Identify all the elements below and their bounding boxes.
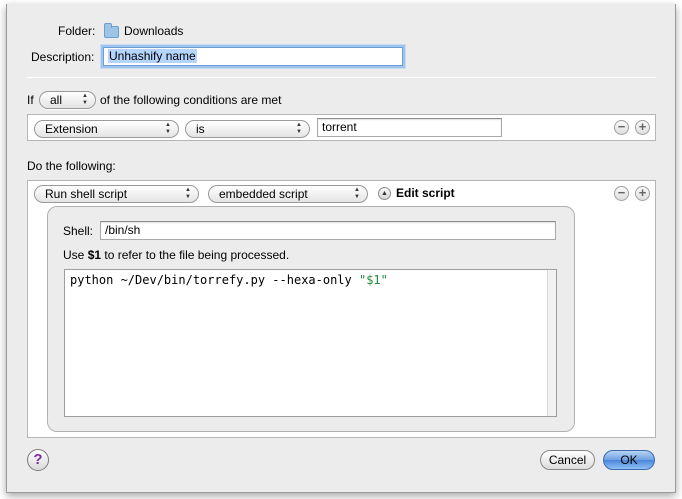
script-string: "$1" bbox=[358, 273, 388, 287]
help-icon: ? bbox=[33, 451, 43, 468]
minus-icon: − bbox=[617, 119, 626, 134]
cancel-button[interactable]: Cancel bbox=[540, 450, 595, 470]
rule-editor-sheet: Folder: Downloads Description: Unhashify… bbox=[6, 4, 676, 493]
match-mode-value: all bbox=[50, 93, 63, 107]
popup-arrows-icon: ▲ ▼ bbox=[82, 93, 88, 106]
plus-icon: + bbox=[638, 185, 647, 200]
header-divider bbox=[27, 77, 656, 78]
condition-attribute-value: Extension bbox=[45, 122, 98, 136]
condition-attribute-popup[interactable]: Extension ▲ ▼ bbox=[34, 120, 179, 138]
shell-field[interactable]: /bin/sh bbox=[100, 221, 556, 240]
script-text-area[interactable]: python ~/Dev/bin/torrefy.py --hexa-only … bbox=[64, 269, 557, 417]
remove-action-button[interactable]: − bbox=[614, 186, 629, 201]
script-line: python ~/Dev/bin/torrefy.py --hexa-only … bbox=[65, 270, 556, 290]
script-scrollbar[interactable] bbox=[547, 270, 556, 416]
popup-arrows-icon: ▲ ▼ bbox=[165, 122, 171, 135]
edit-script-label[interactable]: Edit script bbox=[396, 185, 455, 201]
folder-name: Downloads bbox=[124, 24, 184, 38]
hint-prefix: Use bbox=[63, 248, 88, 262]
description-field[interactable]: Unhashify name bbox=[103, 47, 403, 66]
script-mode-value: embedded script bbox=[219, 187, 308, 201]
condition-operator-value: is bbox=[196, 122, 205, 136]
shell-label: Shell: bbox=[63, 224, 94, 238]
script-code: python ~/Dev/bin/torrefy.py --hexa-only bbox=[70, 273, 359, 287]
hint-suffix: to refer to the file being processed. bbox=[101, 248, 290, 262]
action-type-value: Run shell script bbox=[45, 187, 128, 201]
plus-icon: + bbox=[638, 119, 647, 134]
add-action-button[interactable]: + bbox=[635, 186, 650, 201]
condition-value-text: torrent bbox=[322, 120, 357, 134]
ok-button[interactable]: OK bbox=[603, 450, 655, 470]
help-button[interactable]: ? bbox=[27, 449, 49, 471]
folder-icon bbox=[104, 23, 119, 38]
condition-value-field[interactable]: torrent bbox=[317, 118, 502, 137]
if-label: If bbox=[27, 93, 34, 107]
hint-variable: $1 bbox=[87, 248, 102, 262]
match-mode-popup[interactable]: all ▲ ▼ bbox=[39, 91, 96, 109]
remove-condition-button[interactable]: − bbox=[614, 120, 629, 135]
conditions-suffix: of the following conditions are met bbox=[100, 93, 282, 107]
popup-arrows-icon: ▲ ▼ bbox=[185, 187, 191, 200]
description-value: Unhashify name bbox=[108, 49, 197, 63]
condition-operator-popup[interactable]: is ▲ ▼ bbox=[185, 120, 310, 138]
add-condition-button[interactable]: + bbox=[635, 120, 650, 135]
description-label: Description: bbox=[31, 50, 95, 64]
popup-arrows-icon: ▲ ▼ bbox=[354, 187, 360, 200]
folder-label: Folder: bbox=[58, 24, 96, 38]
chevron-up-icon: ▲ bbox=[381, 190, 388, 197]
action-type-popup[interactable]: Run shell script ▲ ▼ bbox=[34, 185, 199, 203]
shell-value: /bin/sh bbox=[105, 223, 141, 237]
edit-script-disclosure[interactable]: ▲ bbox=[378, 187, 391, 200]
actions-heading: Do the following: bbox=[27, 159, 116, 173]
popup-arrows-icon: ▲ ▼ bbox=[296, 122, 302, 135]
minus-icon: − bbox=[617, 185, 626, 200]
script-mode-popup[interactable]: embedded script ▲ ▼ bbox=[208, 185, 368, 203]
script-hint: Use $1 to refer to the file being proces… bbox=[63, 247, 289, 263]
